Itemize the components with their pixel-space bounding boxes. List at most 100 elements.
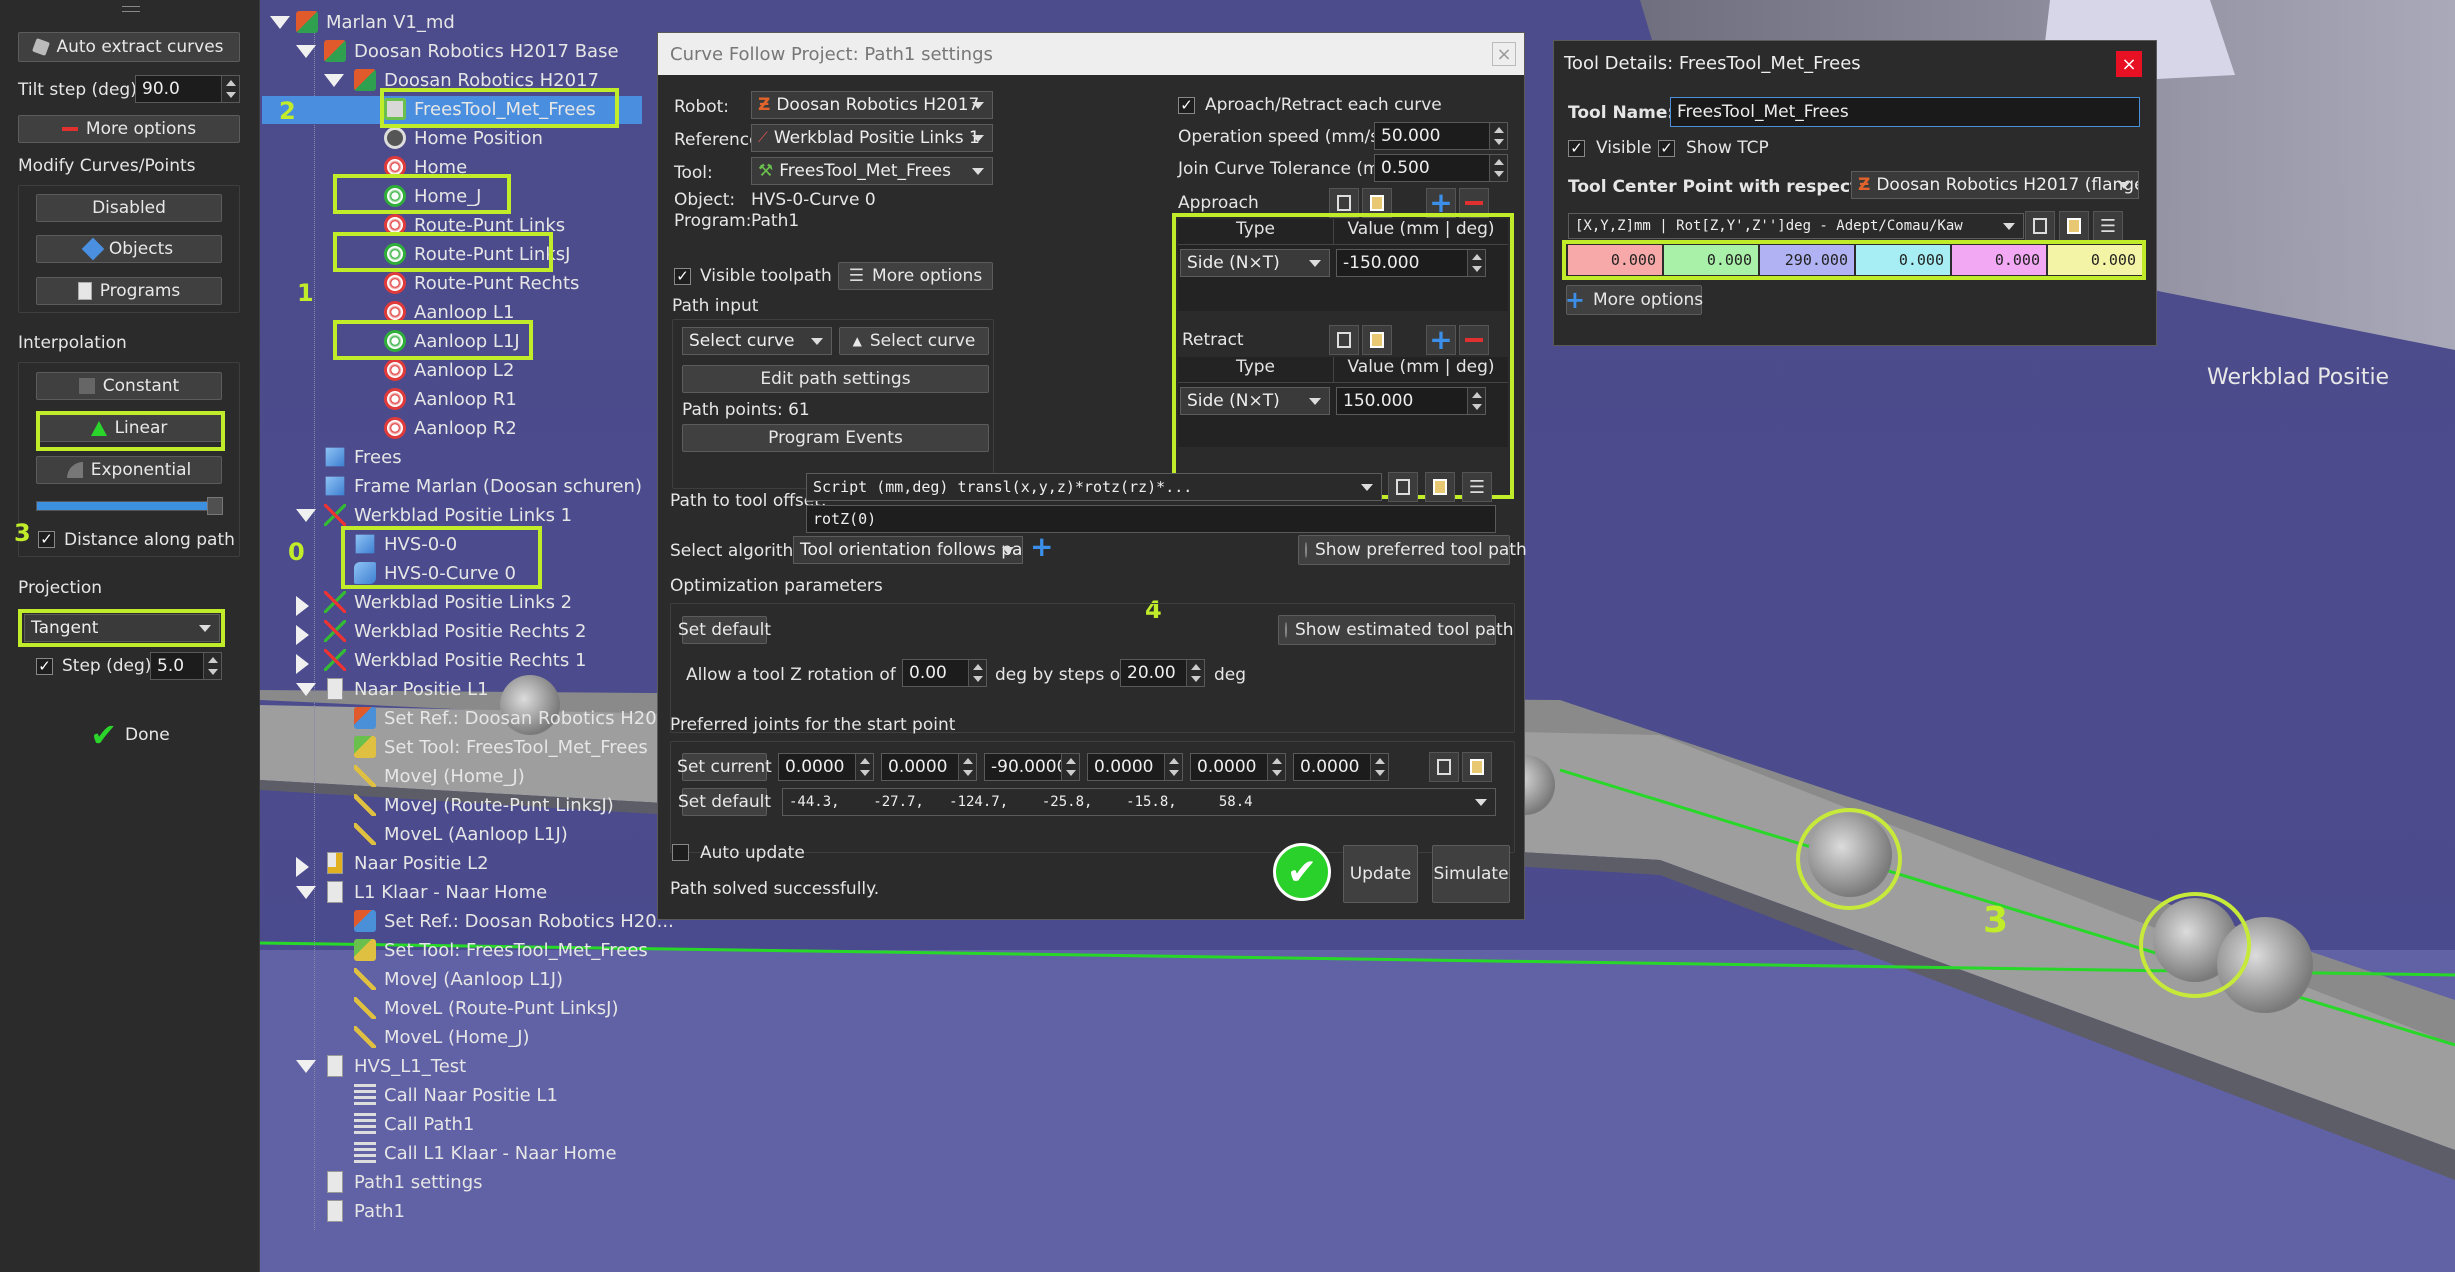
- disabled-button[interactable]: Disabled: [36, 194, 222, 222]
- tree-item[interactable]: Werkblad Positie Links 2: [324, 588, 572, 616]
- menu-offset-button[interactable]: ☰: [1462, 472, 1492, 502]
- tree-item[interactable]: Frees: [324, 443, 402, 471]
- pose-field[interactable]: 0.000: [2048, 245, 2142, 275]
- tree-toggle-expand[interactable]: [296, 596, 309, 616]
- show-preferred-button[interactable]: Show preferred tool path: [1298, 535, 1527, 565]
- tree-item[interactable]: Path1: [324, 1197, 405, 1225]
- paste-approach-button[interactable]: [1362, 188, 1392, 218]
- tree-item[interactable]: Doosan Robotics H2017: [354, 66, 599, 94]
- spinner-icon[interactable]: [968, 660, 986, 686]
- tree-item[interactable]: HVS_L1_Test: [324, 1052, 466, 1080]
- joint-field[interactable]: 0.0000: [1087, 753, 1183, 781]
- pose-field[interactable]: 0.000: [1568, 245, 1662, 275]
- pose-field[interactable]: 290.000: [1760, 245, 1854, 275]
- allow-rotation-field[interactable]: 0.00: [902, 659, 987, 687]
- tree-item[interactable]: MoveJ (Home_J): [354, 762, 525, 790]
- tree-item[interactable]: Werkblad Positie Rechts 1: [324, 646, 586, 674]
- spinner-icon[interactable]: [221, 76, 239, 102]
- tree-item[interactable]: Frame Marlan (Doosan schuren): [324, 472, 642, 500]
- select-curve-button[interactable]: ▲ Select curve: [839, 327, 989, 355]
- linear-button[interactable]: Linear: [36, 414, 222, 442]
- spinner-icon[interactable]: [1489, 155, 1507, 181]
- tree-item[interactable]: Doosan Robotics H2017 Base: [324, 37, 619, 65]
- tree-toggle-collapse[interactable]: [296, 509, 316, 522]
- offset-value-field[interactable]: rotZ(0): [806, 505, 1496, 533]
- robot-select[interactable]: Ƶ Doosan Robotics H2017: [751, 91, 993, 119]
- tree-item[interactable]: Marlan V1_md: [296, 8, 455, 36]
- offset-select[interactable]: Script (mm,deg) transl(x,y,z)*rotz(rz)*.…: [806, 473, 1382, 501]
- tree-item[interactable]: Call L1 Klaar - Naar Home: [354, 1139, 617, 1167]
- tree-item[interactable]: Aanloop R1: [384, 385, 517, 413]
- tree-item[interactable]: Set Tool: FreesTool_Met_Frees: [354, 733, 648, 761]
- close-icon[interactable]: ×: [2116, 51, 2142, 77]
- tree-item[interactable]: MoveJ (Route-Punt LinksJ): [354, 791, 614, 819]
- retract-value-field[interactable]: 150.000: [1336, 387, 1486, 415]
- spinner-icon[interactable]: [1370, 754, 1388, 780]
- paste-joints-button[interactable]: [1462, 752, 1492, 782]
- distance-checkbox[interactable]: ✓: [38, 531, 55, 548]
- joint-field[interactable]: 0.0000: [778, 753, 874, 781]
- steps-field[interactable]: 20.00: [1120, 659, 1205, 687]
- approach-retract-checkbox[interactable]: ✓: [1178, 97, 1195, 114]
- copy-approach-button[interactable]: [1329, 188, 1359, 218]
- join-tol-field[interactable]: 0.500: [1374, 154, 1508, 182]
- tree-item[interactable]: Route-Punt Links: [384, 211, 565, 239]
- tree-item[interactable]: MoveL (Home_J): [354, 1023, 530, 1051]
- tree-item[interactable]: Aanloop L2: [384, 356, 514, 384]
- tree-item[interactable]: HVS-0-Curve 0: [354, 559, 516, 587]
- tree-item[interactable]: Set Tool: FreesTool_Met_Frees: [354, 936, 648, 964]
- tree-item[interactable]: Aanloop L1J: [384, 327, 520, 355]
- tcp-reference-select[interactable]: Ƶ Doosan Robotics H2017 (flange): [1851, 171, 2139, 199]
- tree-item[interactable]: Route-Punt Rechts: [384, 269, 579, 297]
- tree-item[interactable]: FreesTool_Met_Frees: [384, 95, 596, 123]
- close-icon[interactable]: ×: [1492, 42, 1516, 66]
- set-current-button[interactable]: Set current: [677, 753, 772, 781]
- copy-offset-button[interactable]: [1388, 472, 1418, 502]
- spinner-icon[interactable]: [203, 653, 221, 679]
- update-button[interactable]: Update: [1343, 845, 1418, 903]
- more-options-button[interactable]: More options: [18, 115, 240, 143]
- tree-item[interactable]: Aanloop R2: [384, 414, 517, 442]
- tree-item[interactable]: Set Ref.: Doosan Robotics H20...: [354, 907, 674, 935]
- visible-toolpath-checkbox[interactable]: ✓: [674, 268, 691, 285]
- pose-format-select[interactable]: [X,Y,Z]mm | Rot[Z,Y',Z'']deg - Adept/Com…: [1568, 213, 2024, 239]
- spinner-icon[interactable]: [1061, 754, 1079, 780]
- remove-approach-button[interactable]: [1459, 188, 1489, 218]
- approach-value-field[interactable]: -150.000: [1336, 249, 1486, 277]
- tree-item[interactable]: MoveL (Route-Punt LinksJ): [354, 994, 619, 1022]
- paste-offset-button[interactable]: [1425, 472, 1455, 502]
- objects-button[interactable]: Objects: [36, 235, 222, 263]
- simulate-button[interactable]: Simulate: [1432, 845, 1510, 903]
- op-speed-field[interactable]: 50.000: [1374, 122, 1508, 150]
- tool-visible-checkbox[interactable]: ✓: [1568, 140, 1585, 157]
- tree-toggle-collapse[interactable]: [270, 16, 290, 29]
- exponential-button[interactable]: Exponential: [36, 456, 222, 484]
- menu-pose-button[interactable]: ☰: [2093, 211, 2123, 241]
- tree-toggle-expand[interactable]: [296, 857, 309, 877]
- tree-item[interactable]: Home Position: [384, 124, 543, 152]
- spinner-icon[interactable]: [1489, 123, 1507, 149]
- remove-retract-button[interactable]: [1459, 325, 1489, 355]
- slider-handle[interactable]: [207, 497, 223, 515]
- set-default-joints-button[interactable]: Set default: [678, 788, 771, 816]
- tree-toggle-collapse[interactable]: [296, 886, 316, 899]
- tree-toggle-expand[interactable]: [296, 625, 309, 645]
- tool-select[interactable]: ⚒ FreesTool_Met_Frees: [751, 157, 993, 185]
- add-approach-button[interactable]: +: [1426, 188, 1456, 218]
- tree-item[interactable]: Call Naar Positie L1: [354, 1081, 558, 1109]
- algorithm-select[interactable]: Tool orientation follows path: [793, 536, 1023, 564]
- more-options-toolpath-button[interactable]: ☰ More options: [838, 262, 993, 290]
- select-curve-combo[interactable]: Select curve: [682, 327, 832, 355]
- auto-update-checkbox[interactable]: [672, 844, 689, 861]
- tree-item[interactable]: Aanloop L1: [384, 298, 514, 326]
- default-joints-select[interactable]: -44.3, -27.7, -124.7, -25.8, -15.8, 58.4: [782, 788, 1496, 816]
- tree-item[interactable]: Naar Positie L2: [324, 849, 489, 877]
- tree-toggle-collapse[interactable]: [324, 74, 344, 87]
- station-tree[interactable]: Marlan V1_md Doosan Robotics H2017 Base Do…: [262, 0, 674, 1272]
- step-field[interactable]: 5.0: [150, 652, 222, 680]
- joint-field[interactable]: 0.0000: [1190, 753, 1286, 781]
- tree-toggle-collapse[interactable]: [296, 683, 316, 696]
- copy-joints-button[interactable]: [1429, 752, 1459, 782]
- step-checkbox[interactable]: ✓: [36, 658, 53, 675]
- tool-more-options-button[interactable]: + More options: [1565, 285, 1703, 315]
